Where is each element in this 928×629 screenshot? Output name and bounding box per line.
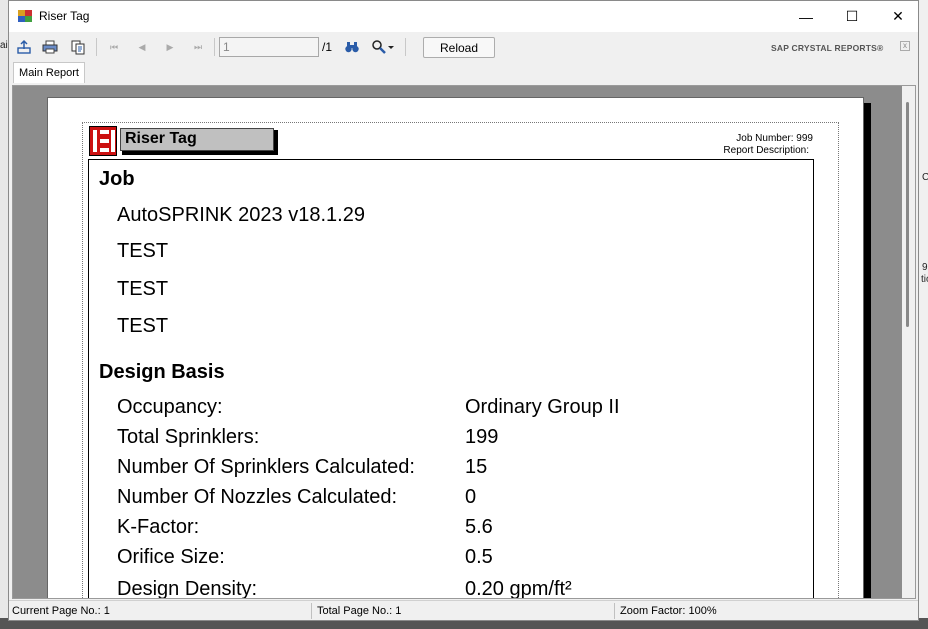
window-title: Riser Tag [39, 9, 90, 23]
report-description-line: Report Description: [723, 145, 809, 156]
design-value: 0.20 gpm/ft² [465, 578, 572, 599]
design-value: 15 [465, 456, 488, 478]
toolbar: ⏮ ◀ ▶ ⏭ 1 /1 Reload SAP CRYSTAL REPORTS®… [9, 32, 918, 62]
crystal-reports-brand: SAP CRYSTAL REPORTS® [771, 43, 884, 53]
report-frame: Riser Tag Job Number: 999 Report Descrip… [82, 122, 839, 599]
job-line: TEST [117, 315, 169, 337]
background-text: 9 [922, 262, 928, 273]
background-window-right: C 9 tio [918, 0, 928, 629]
binoculars-icon [345, 42, 359, 53]
toolbar-separator [96, 38, 97, 56]
design-label: Design Density: [117, 578, 258, 599]
zoom-factor-status: Zoom Factor: 100% [620, 605, 717, 617]
next-page-button[interactable]: ▶ [159, 38, 181, 56]
tab-main-report[interactable]: Main Report [13, 62, 85, 83]
report-viewer-area: Riser Tag Job Number: 999 Report Descrip… [12, 85, 916, 599]
job-heading: Job [99, 168, 135, 190]
design-value: 199 [465, 426, 499, 448]
toolbar-separator [405, 38, 406, 56]
title-bar[interactable]: Riser Tag — ☐ ✕ [9, 1, 918, 32]
maximize-button[interactable]: ☐ [829, 1, 875, 32]
first-page-button[interactable]: ⏮ [103, 38, 125, 56]
vertical-scrollbar[interactable] [902, 86, 915, 598]
design-value: 0 [465, 486, 477, 508]
reload-button[interactable]: Reload [423, 37, 495, 58]
design-label: Occupancy: [117, 396, 223, 418]
find-button[interactable] [341, 38, 363, 56]
background-text: ai [0, 40, 8, 51]
job-number-line: Job Number: 999 [736, 133, 813, 144]
app-icon [18, 10, 32, 22]
last-page-button[interactable]: ⏭ [187, 38, 209, 56]
status-separator [311, 603, 312, 619]
page-number-input[interactable]: 1 [219, 37, 319, 57]
current-page-status: Current Page No.: 1 [12, 605, 110, 617]
toolbar-separator [214, 38, 215, 56]
zoom-button[interactable] [367, 38, 399, 56]
chevron-down-icon [388, 46, 394, 49]
status-bar: Current Page No.: 1 Total Page No.: 1 Zo… [9, 600, 918, 620]
status-separator [614, 603, 615, 619]
previous-page-button[interactable]: ◀ [131, 38, 153, 56]
report-content: Job AutoSPRINK 2023 v18.1.29 TEST TEST T… [88, 159, 814, 599]
company-logo [89, 126, 117, 156]
design-label: Total Sprinklers: [117, 426, 260, 448]
copy-icon [71, 40, 85, 55]
export-button[interactable] [13, 38, 35, 56]
total-page-status: Total Page No.: 1 [317, 605, 402, 617]
design-label: Orifice Size: [117, 546, 225, 568]
close-icon[interactable]: x [900, 41, 910, 51]
zoom-icon [372, 40, 386, 54]
print-button[interactable] [39, 38, 61, 56]
background-text: C [922, 172, 928, 183]
report-title: Riser Tag [120, 128, 274, 151]
export-icon [17, 39, 31, 54]
print-icon [42, 40, 58, 54]
copy-button[interactable] [67, 38, 89, 56]
design-label: K-Factor: [117, 516, 200, 538]
minimize-button[interactable]: — [783, 1, 829, 32]
job-line: TEST [117, 240, 169, 262]
job-line: TEST [117, 278, 169, 300]
design-value: 0.5 [465, 546, 493, 568]
design-value: Ordinary Group II [465, 396, 620, 418]
report-viewer-window: Riser Tag — ☐ ✕ ⏮ ◀ ▶ ⏭ 1 /1 Reload SAP … [8, 0, 919, 621]
report-page: Riser Tag Job Number: 999 Report Descrip… [47, 97, 864, 599]
close-button[interactable]: ✕ [875, 1, 921, 32]
design-basis-heading: Design Basis [99, 361, 225, 383]
scrollbar-thumb[interactable] [906, 102, 909, 327]
background-text: tio [921, 274, 928, 285]
design-label: Number Of Sprinklers Calculated: [117, 456, 415, 478]
job-line: AutoSPRINK 2023 v18.1.29 [117, 204, 365, 226]
design-value: 5.6 [465, 516, 493, 538]
page-total-label: /1 [322, 40, 333, 54]
design-label: Number Of Nozzles Calculated: [117, 486, 398, 508]
